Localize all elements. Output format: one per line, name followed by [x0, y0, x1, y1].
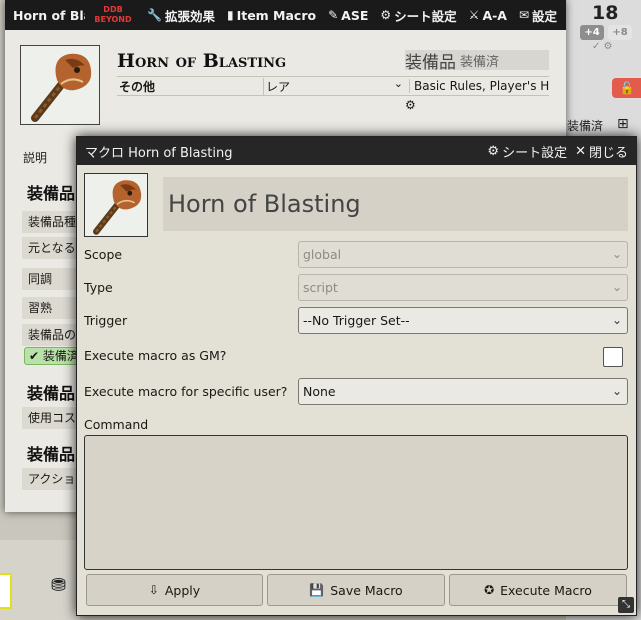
chevron-down-icon: ⌄: [611, 313, 622, 327]
header-button-aa[interactable]: ⚔ A-A: [469, 8, 507, 23]
trigger-label: Trigger: [84, 313, 128, 328]
header-button-sheet-settings[interactable]: ⚙ シート設定: [380, 6, 456, 25]
trigger-value: --No Trigger Set--: [303, 313, 410, 328]
macro-name-input[interactable]: Horn of Blasting: [163, 177, 628, 231]
execute-as-gm-checkbox[interactable]: [603, 347, 623, 367]
header-button-settings[interactable]: ✉ 設定: [519, 6, 557, 25]
section-heading: 装備品: [27, 445, 76, 464]
sheet-settings-button[interactable]: ⚙ シート設定: [487, 142, 567, 161]
header-button-item-macro[interactable]: ▮ Item Macro: [227, 8, 316, 23]
scope-select: global ⌄: [298, 241, 628, 268]
type-value: script: [303, 280, 338, 295]
specific-user-label: Execute macro for specific user?: [84, 384, 288, 399]
highlighted-slot[interactable]: [0, 573, 12, 609]
unlock-icon[interactable]: 🔓: [612, 78, 641, 98]
crossed-swords-icon: ⚔: [468, 8, 480, 22]
execute-label: Execute Macro: [500, 582, 592, 598]
macro-image[interactable]: [84, 173, 148, 237]
check-gear-icon[interactable]: ✓ ⚙: [592, 41, 613, 52]
gear-icon: ⚙: [380, 8, 392, 22]
envelope-icon: ✉: [518, 8, 530, 22]
close-button[interactable]: ✕ 閉じる: [575, 142, 628, 161]
section-heading: 装備品: [27, 384, 76, 403]
equipped-column-label: 装備済: [567, 119, 604, 133]
header-button-label: 設定: [532, 8, 558, 24]
specific-user-select[interactable]: None ⌄: [298, 378, 628, 405]
item-source-field[interactable]: Basic Rules, Player's Ha: [409, 79, 549, 93]
download-icon: ⇩: [148, 583, 159, 597]
item-type: 装備品: [405, 52, 456, 73]
equipped-status: 装備済: [460, 54, 500, 70]
chevron-down-icon: ⌄: [611, 280, 622, 294]
header-button-label: Item Macro: [236, 7, 317, 23]
execute-macro-button[interactable]: ✪ Execute Macro: [449, 574, 627, 606]
gear-icon: ⚙: [487, 143, 500, 159]
chevron-down-icon: ⌄: [611, 247, 622, 261]
gear-icon[interactable]: ⚙: [405, 98, 416, 112]
check-icon: ✔: [29, 349, 40, 363]
trigger-select[interactable]: --No Trigger Set-- ⌄: [298, 307, 628, 334]
rarity-select[interactable]: レア ⌄: [263, 76, 409, 95]
item-portrait[interactable]: [20, 45, 100, 125]
background-bottom-left: [0, 540, 80, 620]
item-name[interactable]: Horn of Blasting: [117, 50, 286, 72]
equipped-badge[interactable]: ✔ 装備済: [24, 347, 84, 365]
sheet-settings-label: シート設定: [502, 145, 568, 161]
item-category: その他: [119, 79, 156, 94]
command-label: Command: [84, 417, 149, 432]
ddb-beyond-logo[interactable]: DDB BEYOND: [91, 3, 135, 27]
resize-icon[interactable]: ⤡: [618, 597, 634, 613]
apply-label: Apply: [164, 582, 201, 598]
header-button-label: ASE: [341, 7, 369, 23]
type-select: script ⌄: [298, 274, 628, 301]
coins-icon[interactable]: ⛃: [51, 575, 66, 596]
header-button-ase[interactable]: ✎ ASE: [328, 8, 368, 23]
type-label: Type: [84, 280, 113, 295]
save-icon: 💾: [309, 583, 325, 597]
tab-description[interactable]: 説明: [23, 149, 47, 166]
save-label: Save Macro: [330, 582, 403, 598]
macro-window-title: マクロ Horn of Blasting: [85, 145, 233, 161]
svg-text:BEYOND: BEYOND: [94, 15, 132, 24]
rarity-value: レア: [266, 79, 291, 94]
item-sheet-window-title: Horn of Bla: [13, 7, 85, 23]
macro-titlebar[interactable]: マクロ Horn of Blasting ⚙ シート設定 ✕ 閉じる: [77, 137, 636, 165]
wrench-icon: 🔧: [147, 8, 162, 22]
macro-window: マクロ Horn of Blasting ⚙ シート設定 ✕ 閉じる Horn of…: [76, 136, 637, 616]
specific-user-value: None: [303, 384, 336, 399]
scope-value: global: [303, 247, 342, 262]
command-textarea[interactable]: [84, 435, 628, 570]
chevron-down-icon: ⌄: [393, 76, 403, 90]
document-icon: ▮: [226, 8, 234, 22]
header-button-effects[interactable]: 🔧 拡張効果: [147, 6, 215, 25]
item-sheet-titlebar[interactable]: Horn of Bla DDB BEYOND 🔧 拡張効果 ▮ Item Macro…: [5, 0, 566, 30]
item-type-box: 装備品 装備済: [405, 50, 549, 73]
scope-label: Scope: [84, 247, 123, 262]
execute-icon: ✪: [484, 583, 495, 597]
svg-text:DDB: DDB: [103, 5, 122, 14]
equipped-badge-label: 装備済: [42, 349, 79, 363]
grid-icon[interactable]: ⊞: [617, 116, 629, 132]
header-button-label: シート設定: [394, 8, 457, 24]
close-icon: ✕: [575, 143, 586, 159]
bonus-badge-primary[interactable]: +4: [580, 25, 604, 40]
header-button-label: A-A: [482, 7, 507, 23]
save-macro-button[interactable]: 💾 Save Macro: [267, 574, 445, 606]
close-label: 閉じる: [588, 145, 628, 161]
bonus-badge-secondary[interactable]: +8: [608, 25, 632, 40]
chevron-down-icon: ⌄: [611, 384, 622, 398]
section-heading: 装備品: [27, 184, 76, 203]
item-properties-row: その他 レア ⌄ Basic Rules, Player's Ha: [117, 76, 549, 96]
header-button-label: 拡張効果: [164, 8, 215, 24]
pencil-icon: ✎: [328, 8, 339, 22]
apply-button[interactable]: ⇩ Apply: [86, 574, 263, 606]
execute-as-gm-label: Execute macro as GM?: [84, 348, 227, 363]
counter-value: 18: [592, 2, 619, 24]
